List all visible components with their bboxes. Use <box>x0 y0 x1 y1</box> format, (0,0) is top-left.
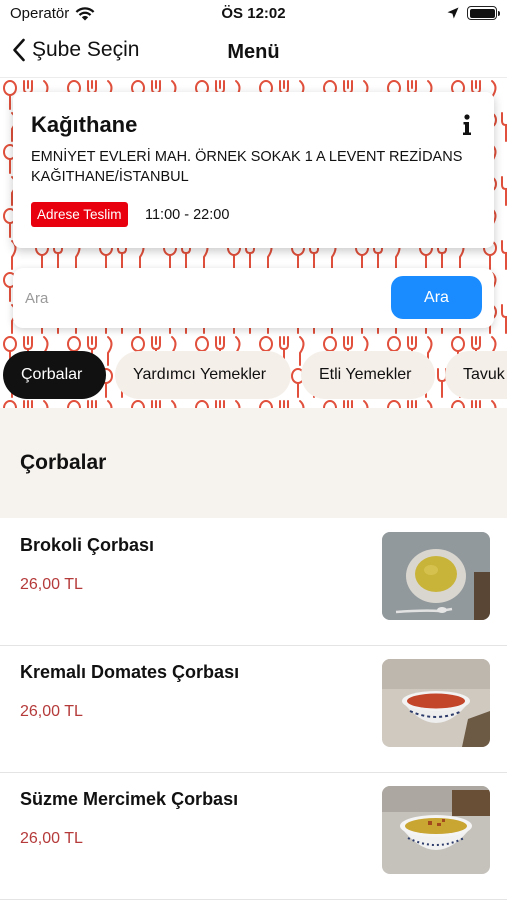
product-item[interactable]: Süzme Mercimek Çorbası 26,00 TL <box>0 773 507 900</box>
product-name: Kremalı Domates Çorbası <box>20 662 240 682</box>
tab-corbalar[interactable]: Çorbalar <box>3 351 106 399</box>
back-button-label: Şube Seçin <box>32 38 140 61</box>
branch-card: Kağıthane EMNİYET EVLERİ MAH. ÖRNEK SOKA… <box>13 92 494 248</box>
product-price: 26,00 TL <box>20 830 83 847</box>
tab-tavuk[interactable]: Tavuk <box>445 351 507 399</box>
section-title: Çorbalar <box>20 451 107 474</box>
product-image <box>382 659 490 747</box>
chevron-left-icon <box>13 38 25 62</box>
branch-hours: 11:00 - 22:00 <box>145 207 230 223</box>
status-time: ÖS 12:02 <box>221 5 286 22</box>
product-item[interactable]: Kremalı Domates Çorbası 26,00 TL <box>0 646 507 773</box>
product-image <box>382 532 490 620</box>
back-button[interactable]: Şube Seçin <box>12 38 139 62</box>
product-image <box>382 786 490 874</box>
tab-etli-yemekler[interactable]: Etli Yemekler <box>301 351 435 399</box>
battery-icon <box>467 6 500 20</box>
tab-yardimci-yemekler[interactable]: Yardımcı Yemekler <box>115 351 291 399</box>
product-name: Brokoli Çorbası <box>20 535 155 555</box>
delivery-badge: Adrese Teslim <box>31 202 128 227</box>
branch-name: Kağıthane <box>31 112 138 137</box>
product-price: 26,00 TL <box>20 703 83 720</box>
status-bar: Operatör ÖS 12:02 <box>0 0 507 28</box>
search-input[interactable] <box>25 283 375 313</box>
section-header: Çorbalar <box>0 408 507 518</box>
category-tabs: Çorbalar Yardımcı Yemekler Etli Yemekler… <box>0 351 507 399</box>
location-arrow-icon <box>447 7 459 19</box>
info-button[interactable] <box>460 113 474 137</box>
product-name: Süzme Mercimek Çorbası <box>20 789 239 809</box>
search-card: Ara <box>13 268 494 328</box>
nav-bar: Şube Seçin Menü <box>0 28 507 78</box>
branch-address: EMNİYET EVLERİ MAH. ÖRNEK SOKAK 1 A LEVE… <box>31 149 463 185</box>
product-price: 26,00 TL <box>20 576 83 593</box>
product-item[interactable]: Brokoli Çorbası 26,00 TL <box>0 519 507 646</box>
status-right <box>447 6 500 20</box>
search-button[interactable]: Ara <box>391 276 482 319</box>
info-icon <box>463 114 471 135</box>
